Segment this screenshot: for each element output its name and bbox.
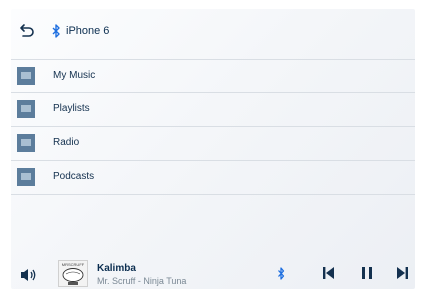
track-title: Kalimba	[97, 263, 136, 274]
folder-icon	[17, 100, 35, 118]
previous-track-button[interactable]	[321, 266, 337, 280]
next-track-button[interactable]	[394, 266, 410, 280]
back-button[interactable]	[16, 19, 38, 43]
folder-icon	[17, 67, 35, 85]
back-arrow-icon	[20, 24, 34, 37]
header-bar: iPhone 6	[11, 19, 415, 43]
app-frame: iPhone 6 My Music Playlists Radio Podcas…	[0, 0, 422, 292]
bluetooth-icon	[52, 24, 60, 38]
library-list: My Music Playlists Radio Podcasts	[11, 59, 415, 195]
list-item-label: Podcasts	[53, 171, 95, 182]
album-art-text: MRSCRUFF	[62, 262, 85, 267]
pause-icon	[362, 267, 372, 279]
list-item-my-music[interactable]: My Music	[11, 59, 415, 93]
media-screen: iPhone 6 My Music Playlists Radio Podcas…	[11, 9, 415, 289]
list-item-podcasts[interactable]: Podcasts	[11, 161, 415, 195]
speaker-icon	[21, 269, 36, 281]
now-playing-bar: MRSCRUFF Kalimba Mr. Scruff - Ninja Tuna	[11, 257, 415, 289]
skip-next-icon	[397, 267, 408, 279]
list-item-radio[interactable]: Radio	[11, 127, 415, 161]
list-item-playlists[interactable]: Playlists	[11, 93, 415, 127]
list-item-label: My Music	[53, 70, 96, 81]
album-art: MRSCRUFF	[58, 260, 88, 287]
list-item-label: Playlists	[53, 103, 90, 114]
folder-icon	[17, 134, 35, 152]
device-title: iPhone 6	[66, 25, 110, 37]
list-item-label: Radio	[53, 137, 80, 148]
skip-previous-icon	[323, 267, 334, 279]
bluetooth-icon	[278, 267, 285, 280]
volume-button[interactable]	[20, 267, 38, 283]
folder-icon	[17, 168, 35, 186]
track-artist: Mr. Scruff - Ninja Tuna	[97, 276, 187, 286]
pause-button[interactable]	[359, 266, 375, 280]
album-art-image: MRSCRUFF	[59, 261, 87, 286]
